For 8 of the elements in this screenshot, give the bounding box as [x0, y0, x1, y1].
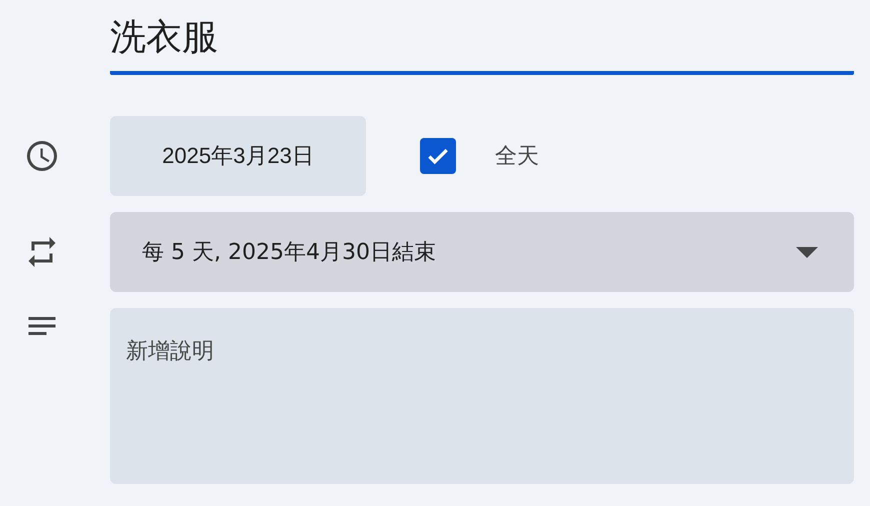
caret-icon — [796, 246, 818, 258]
recurrence-dropdown[interactable]: 每 5 天, 2025年4月30日結束 — [110, 212, 854, 292]
date-button[interactable]: 2025年3月23日 — [110, 116, 366, 196]
title-field[interactable]: 洗衣服 — [110, 0, 854, 75]
checkbox[interactable] — [420, 138, 456, 174]
clock-icon — [24, 138, 60, 174]
all-day-label: 全天 — [495, 143, 539, 171]
description-field[interactable]: 新增說明 — [110, 308, 854, 484]
